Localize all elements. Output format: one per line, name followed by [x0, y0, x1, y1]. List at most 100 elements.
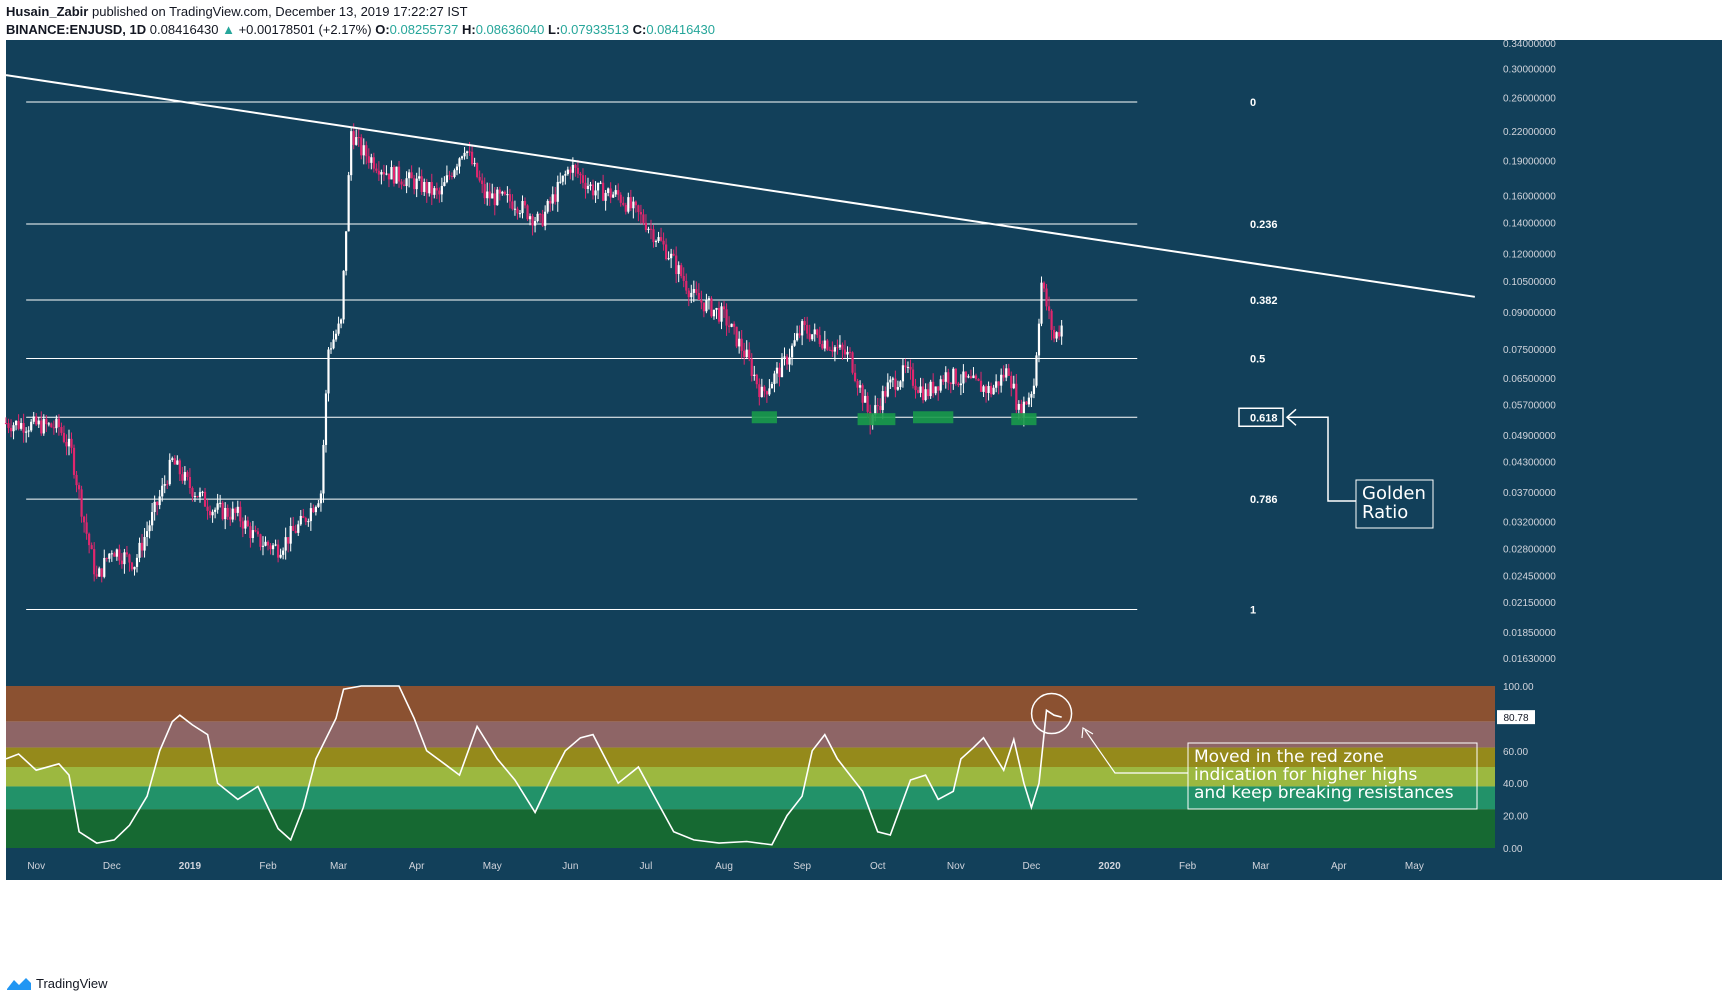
fib-level-label: 0.382	[1250, 295, 1278, 307]
fib-level-label: 0.5	[1250, 354, 1265, 366]
candle-down	[932, 381, 935, 394]
candle-down	[65, 441, 68, 447]
candle-up	[244, 520, 247, 529]
tradingview-logo-icon	[7, 977, 31, 990]
candle-up	[571, 164, 574, 173]
candle-up	[133, 566, 136, 570]
candle-down	[619, 194, 622, 203]
candle-up	[929, 381, 932, 397]
candle-down	[680, 265, 683, 277]
fib-level-label: 0.618	[1250, 412, 1278, 424]
price-tick-label: 0.14000000	[1503, 219, 1556, 230]
candle-up	[614, 190, 617, 195]
time-tick-label: Mar	[330, 861, 348, 872]
candle-down	[173, 458, 176, 465]
candle-down	[816, 329, 819, 336]
candle-up	[319, 493, 323, 504]
candle-down	[765, 391, 768, 395]
fib-level-label: 0	[1250, 97, 1256, 109]
chart-canvas[interactable]: 0.34000000 0.30000000 0.26000000 0.22000000…	[0, 0, 1722, 1002]
candle-down	[95, 574, 98, 577]
candle-up	[405, 178, 408, 186]
candle-up	[67, 438, 71, 447]
candle-up	[339, 319, 343, 324]
candle-down	[831, 349, 834, 352]
candle-down	[1010, 375, 1013, 389]
candle-up	[677, 265, 680, 275]
price-tick-label: 0.19000000	[1503, 157, 1556, 168]
price-tick-label: 0.10500000	[1503, 277, 1556, 288]
candle-up	[211, 511, 214, 516]
candle-up	[453, 170, 456, 177]
candle-down	[735, 326, 738, 347]
price-tick-label: 0.01850000	[1503, 628, 1556, 639]
candle-up	[513, 208, 517, 210]
candle-up	[47, 423, 50, 425]
candle-up	[282, 550, 285, 555]
candle-up	[496, 189, 499, 206]
candle-up	[1027, 397, 1031, 405]
candle-down	[50, 423, 53, 428]
candle-down	[1007, 368, 1010, 376]
candle-down	[22, 423, 25, 433]
candle-down	[836, 347, 839, 349]
candle-up	[707, 298, 711, 301]
candle-up	[433, 188, 436, 195]
candle-up	[455, 166, 459, 171]
candle-down	[75, 474, 78, 486]
candle-down	[312, 508, 315, 513]
candle-up	[224, 507, 227, 520]
candle-down	[85, 522, 88, 534]
price-tick-label: 0.02450000	[1503, 571, 1556, 582]
candle-up	[55, 418, 58, 429]
x-axis-background	[6, 848, 1495, 880]
candle-down	[798, 333, 801, 336]
brand-name: TradingView	[36, 976, 108, 991]
candle-up	[559, 181, 562, 183]
candle-up	[98, 568, 101, 577]
red-zone-text: and keep breaking resistances	[1194, 783, 1454, 803]
candle-down	[911, 369, 915, 386]
candle-down	[937, 386, 940, 391]
candle-up	[773, 373, 776, 384]
candle-up	[730, 323, 733, 327]
candle-up	[463, 152, 466, 157]
candle-up	[473, 163, 476, 165]
candle-up	[30, 421, 33, 431]
candle-down	[541, 214, 544, 226]
candle-down	[808, 333, 811, 340]
candle-up	[123, 552, 126, 565]
candle-down	[1015, 383, 1018, 410]
candle-up	[1035, 355, 1038, 386]
candle-down	[413, 178, 416, 190]
candle-up	[297, 524, 300, 533]
price-tick-label: 0.34000000	[1503, 39, 1556, 50]
candle-up	[612, 194, 615, 198]
candle-down	[503, 191, 506, 195]
price-tick-label: 0.04900000	[1503, 431, 1556, 442]
candle-down	[710, 298, 713, 317]
candle-up	[604, 192, 607, 201]
candle-up	[271, 545, 275, 550]
candle-up	[556, 181, 559, 202]
candle-up	[12, 425, 15, 432]
time-tick-label: Oct	[870, 861, 886, 872]
candle-down	[140, 542, 144, 551]
time-tick-label: 2019	[179, 861, 202, 872]
candle-down	[181, 474, 184, 481]
candle-up	[886, 382, 889, 397]
candle-up	[599, 182, 602, 184]
candle-down	[637, 205, 640, 213]
candle-up	[753, 374, 756, 376]
candle-down	[916, 390, 920, 393]
candle-down	[554, 194, 557, 202]
candle-down	[60, 427, 63, 433]
candle-down	[828, 349, 831, 351]
candle-down	[574, 164, 577, 168]
candle-down	[387, 173, 391, 180]
candle-up	[720, 306, 723, 322]
time-tick-label: Dec	[103, 861, 121, 872]
candle-up	[327, 349, 330, 394]
candle-up	[901, 365, 905, 382]
candle-up	[813, 329, 816, 335]
